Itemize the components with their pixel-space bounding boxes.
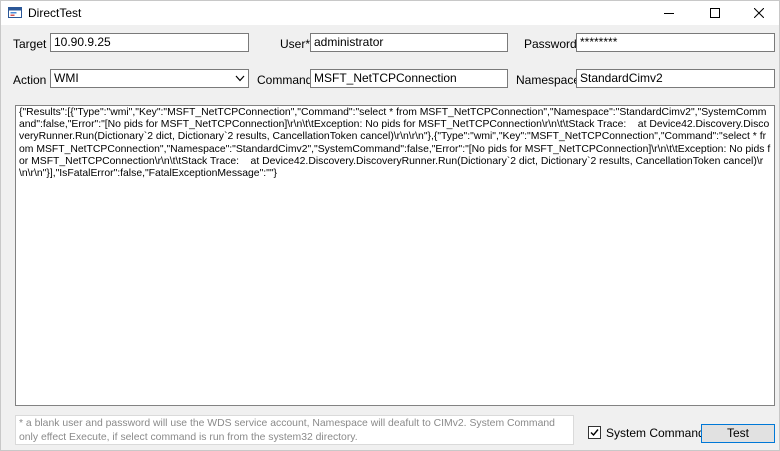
command-label: Command (257, 73, 313, 87)
close-icon (754, 8, 764, 18)
app-icon (8, 6, 22, 19)
system-command-checkbox[interactable] (588, 426, 601, 439)
action-select-value: WMI (54, 71, 79, 85)
chevron-down-icon (235, 75, 245, 82)
minimize-icon (664, 13, 674, 14)
maximize-icon (710, 8, 720, 18)
command-input[interactable]: MSFT_NetTCPConnection (310, 69, 508, 88)
test-button[interactable]: Test (701, 424, 775, 443)
action-select[interactable]: WMI (50, 69, 249, 88)
minimize-button[interactable] (647, 1, 691, 25)
target-input[interactable]: 10.90.9.25 (50, 33, 249, 52)
password-label: Password* (524, 37, 582, 51)
help-note: * a blank user and password will use the… (15, 415, 574, 445)
results-output[interactable]: {"Results":[{"Type":"wmi","Key":"MSFT_Ne… (15, 105, 775, 406)
user-input[interactable]: administrator (310, 33, 508, 52)
namespace-input[interactable]: StandardCimv2 (576, 69, 775, 88)
password-input[interactable]: ******** (576, 33, 775, 52)
window-title: DirectTest (28, 6, 82, 20)
title-bar[interactable]: DirectTest (1, 1, 779, 25)
maximize-button[interactable] (693, 1, 737, 25)
close-button[interactable] (737, 1, 780, 25)
target-label: Target (13, 37, 47, 51)
user-label: User* (280, 37, 311, 51)
action-label: Action (13, 73, 47, 87)
system-command-label[interactable]: System Command* (606, 426, 709, 440)
namespace-label: Namespace* (516, 73, 585, 87)
directtest-window: DirectTest Target 10.90.9.25 User* admin… (0, 0, 780, 451)
checkmark-icon (590, 429, 599, 437)
